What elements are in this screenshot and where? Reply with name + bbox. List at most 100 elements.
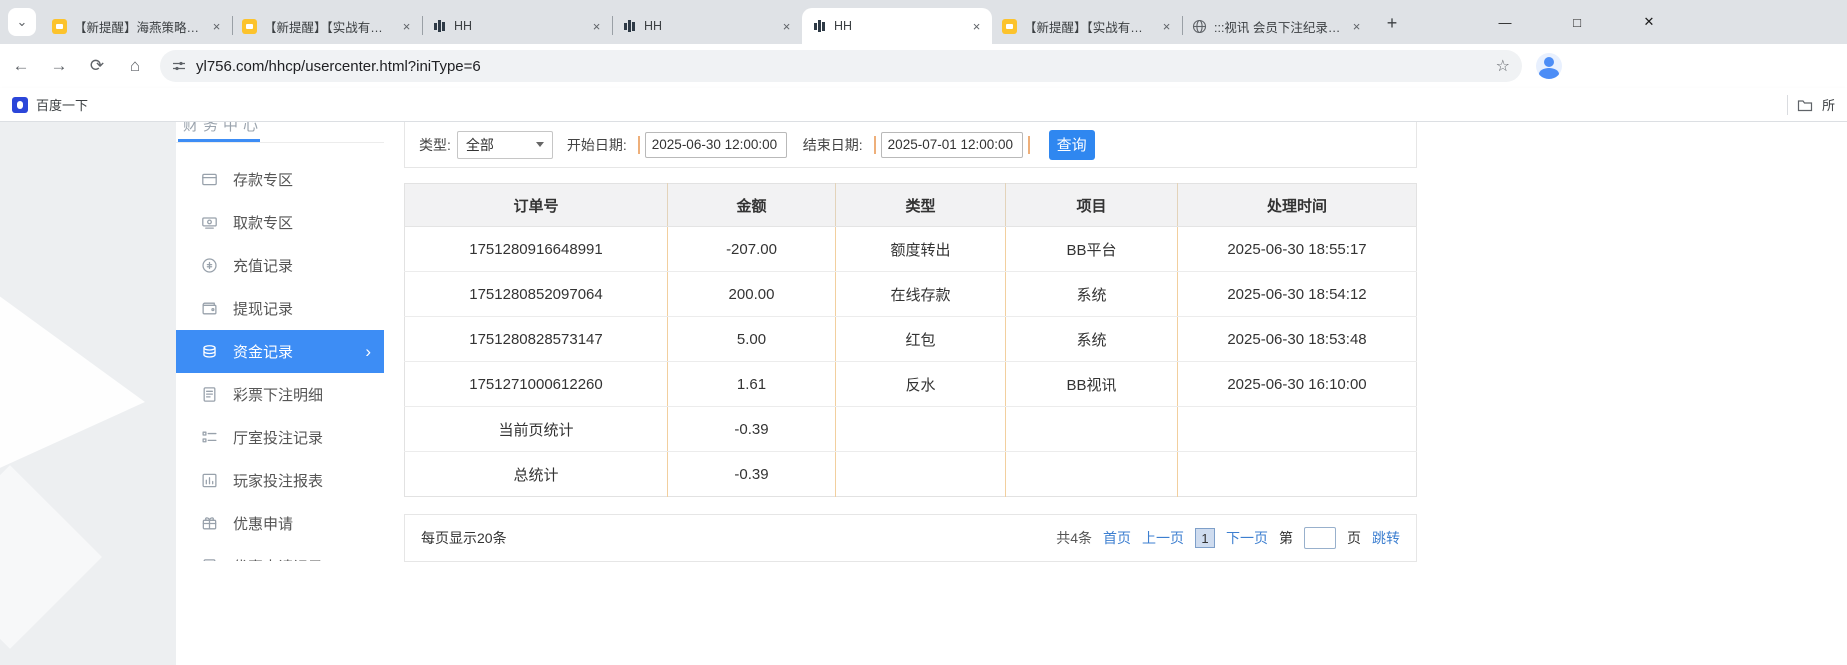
home-button[interactable]: ⌂ xyxy=(118,49,152,83)
site-favicon-bars-icon xyxy=(812,19,827,34)
close-tab-icon[interactable]: × xyxy=(1158,18,1175,35)
sidebar-item-withdrawal-records[interactable]: 提现记录 xyxy=(176,287,384,330)
cell-amount: 5.00 xyxy=(668,317,836,362)
all-bookmarks-button[interactable]: 所 xyxy=(1822,95,1835,114)
sidebar-item-recharge-records[interactable]: 充值记录 xyxy=(176,244,384,287)
cell-empty xyxy=(1006,452,1178,497)
tab-1[interactable]: 【新提醒】海燕策略… × xyxy=(42,8,232,44)
type-select[interactable]: 全部 xyxy=(457,131,553,159)
tab-title: 【新提醒】【实战有… xyxy=(264,17,391,36)
column-header-type: 类型 xyxy=(836,184,1006,227)
message-icon xyxy=(242,19,257,34)
type-select-value: 全部 xyxy=(466,135,494,155)
filter-bar: 类型: 全部 开始日期: 结束日期: 查询 xyxy=(404,122,1417,168)
sidebar-item-player-bet-reports[interactable]: 玩家投注报表 xyxy=(176,459,384,502)
end-date-input[interactable] xyxy=(881,132,1023,158)
message-icon xyxy=(1002,19,1017,34)
sidebar-item-label: 彩票下注明细 xyxy=(233,384,323,405)
first-page-link[interactable]: 首页 xyxy=(1103,528,1131,548)
sidebar-item-withdraw-zone[interactable]: 取款专区 xyxy=(176,201,384,244)
funds-table: 订单号 金额 类型 项目 处理时间 1751280916648991 -207.… xyxy=(404,183,1417,497)
sidebar-item-label: 资金记录 xyxy=(233,341,293,362)
site-favicon-bars-icon xyxy=(622,19,637,34)
tab-7[interactable]: :::视讯 会员下注纪录… × xyxy=(1182,8,1372,44)
tab-5-active[interactable]: HH × xyxy=(802,8,992,44)
funds-records-panel: 类型: 全部 开始日期: 结束日期: 查询 xyxy=(404,122,1417,562)
profile-avatar[interactable] xyxy=(1536,53,1562,79)
tab-2[interactable]: 【新提醒】【实战有… × xyxy=(232,8,422,44)
sidebar-item-label: 提现记录 xyxy=(233,298,293,319)
cell-empty xyxy=(1178,452,1417,497)
cell-time: 2025-06-30 16:10:00 xyxy=(1178,362,1417,407)
close-tab-icon[interactable]: × xyxy=(208,18,225,35)
globe-icon xyxy=(1192,19,1207,34)
page-jump-input[interactable] xyxy=(1304,527,1336,549)
divider xyxy=(638,136,640,154)
pagination-controls: 共4条 首页 上一页 1 下一页 第 页 跳转 xyxy=(1056,527,1400,549)
cell-type: 反水 xyxy=(836,362,1006,407)
list-icon xyxy=(201,429,218,446)
forward-button[interactable]: → xyxy=(42,49,76,83)
tab-4[interactable]: HH × xyxy=(612,8,802,44)
coins-icon xyxy=(201,343,218,360)
tab-title: HH xyxy=(834,19,961,33)
tab-6[interactable]: 【新提醒】【实战有… × xyxy=(992,8,1182,44)
gift-icon xyxy=(201,515,218,532)
cell-amount: 200.00 xyxy=(668,272,836,317)
tab-3[interactable]: HH × xyxy=(422,8,612,44)
tab-title: HH xyxy=(644,19,771,33)
banknote-icon xyxy=(201,214,218,231)
cell-time: 2025-06-30 18:55:17 xyxy=(1178,227,1417,272)
close-tab-icon[interactable]: × xyxy=(968,18,985,35)
bookmarks-bar-right: 所 xyxy=(1787,95,1835,115)
sidebar-item-hall-bet-records[interactable]: 厅室投注记录 xyxy=(176,416,384,459)
back-button[interactable]: ← xyxy=(4,49,38,83)
cell-time: 2025-06-30 18:54:12 xyxy=(1178,272,1417,317)
divider xyxy=(1787,95,1788,115)
bookmark-label: 百度一下 xyxy=(36,95,88,114)
sidebar-item-promo-records[interactable]: 优惠申请记录 xyxy=(176,545,384,561)
sidebar-item-lottery-bet-details[interactable]: 彩票下注明细 xyxy=(176,373,384,416)
cell-type: 额度转出 xyxy=(836,227,1006,272)
cell-label: 当前页统计 xyxy=(405,407,668,452)
sidebar-item-label: 厅室投注记录 xyxy=(233,427,323,448)
sidebar-section-header: 财务中心 xyxy=(176,122,384,143)
cell-amount: -0.39 xyxy=(668,452,836,497)
jump-link[interactable]: 跳转 xyxy=(1372,528,1400,548)
tab-strip: ⌄ 【新提醒】海燕策略… × 【新提醒】【实战有… × HH × HH × xyxy=(0,0,1847,44)
maximize-button[interactable]: □ xyxy=(1541,0,1613,44)
minimize-button[interactable]: — xyxy=(1469,0,1541,44)
site-info-icon[interactable] xyxy=(172,59,186,73)
next-page-link[interactable]: 下一页 xyxy=(1226,528,1268,548)
close-tab-icon[interactable]: × xyxy=(588,18,605,35)
new-tab-button[interactable]: + xyxy=(1378,9,1406,37)
prev-page-link[interactable]: 上一页 xyxy=(1142,528,1184,548)
close-tab-icon[interactable]: × xyxy=(398,18,415,35)
tab-search-button[interactable]: ⌄ xyxy=(8,8,36,36)
sidebar-item-deposit-zone[interactable]: 存款专区 xyxy=(176,158,384,201)
sidebar-item-promo-apply[interactable]: 优惠申请 xyxy=(176,502,384,545)
current-page-badge[interactable]: 1 xyxy=(1195,528,1215,548)
bookmark-star-icon[interactable]: ☆ xyxy=(1496,56,1510,76)
finance-sidebar: 财务中心 存款专区 取款专区 xyxy=(176,122,384,665)
query-button[interactable]: 查询 xyxy=(1049,130,1095,160)
cell-time: 2025-06-30 18:53:48 xyxy=(1178,317,1417,362)
start-date-input[interactable] xyxy=(645,132,787,158)
tabs-container: 【新提醒】海燕策略… × 【新提醒】【实战有… × HH × HH × HH xyxy=(42,8,1406,44)
cell-order-no: 1751280916648991 xyxy=(405,227,668,272)
url-input[interactable]: yl756.com/hhcp/usercenter.html?iniType=6… xyxy=(160,50,1522,82)
reload-button[interactable]: ⟳ xyxy=(80,49,114,83)
table-row-page-summary: 当前页统计 -0.39 xyxy=(405,407,1417,452)
close-window-button[interactable]: ✕ xyxy=(1613,0,1685,44)
cell-project: BB视讯 xyxy=(1006,362,1178,407)
close-tab-icon[interactable]: × xyxy=(1348,18,1365,35)
bookmark-baidu[interactable]: 百度一下 xyxy=(12,95,88,114)
sidebar-item-funds-records[interactable]: 资金记录 › xyxy=(176,330,384,373)
close-tab-icon[interactable]: × xyxy=(778,18,795,35)
chevron-down-icon xyxy=(536,142,544,147)
end-date-label: 结束日期: xyxy=(803,135,863,155)
cell-order-no: 1751271000612260 xyxy=(405,362,668,407)
cell-label: 总统计 xyxy=(405,452,668,497)
sidebar-item-label: 优惠申请 xyxy=(233,513,293,534)
column-header-project: 项目 xyxy=(1006,184,1178,227)
